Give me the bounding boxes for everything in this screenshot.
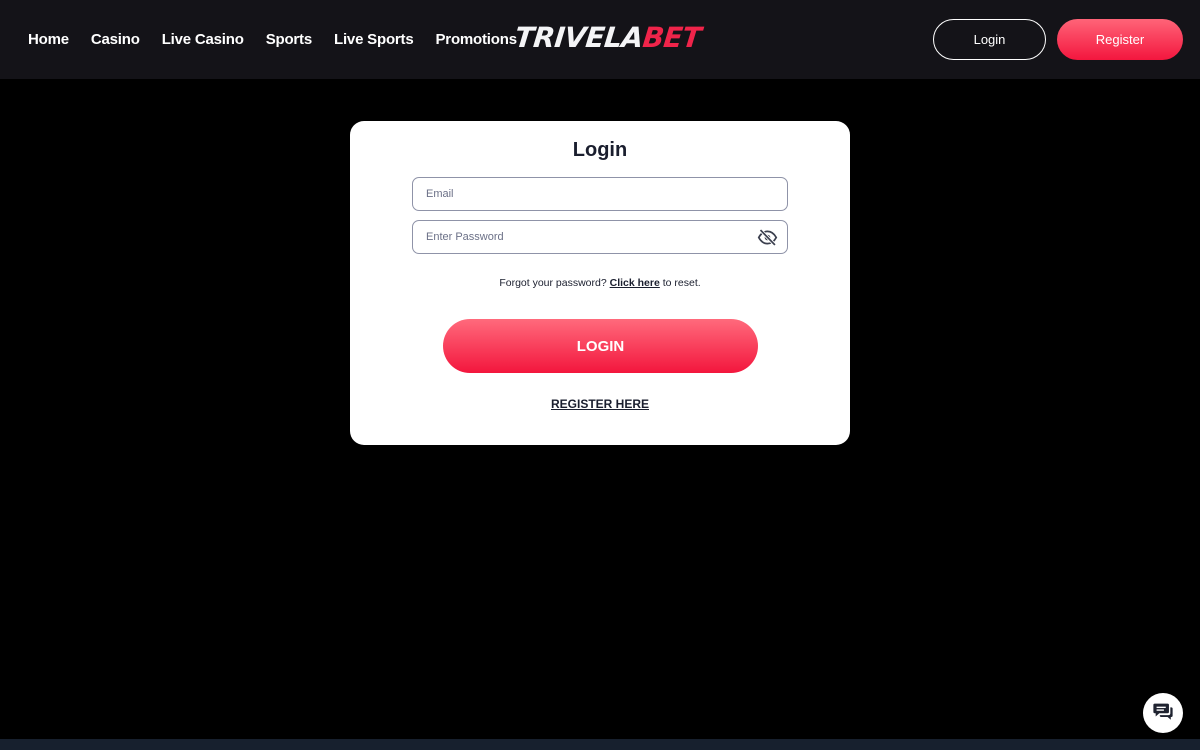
nav-live-casino[interactable]: Live Casino [162, 31, 244, 48]
eye-slash-icon[interactable] [757, 227, 778, 248]
logo-text-bet: BET [641, 20, 703, 54]
header-login-button[interactable]: Login [933, 19, 1046, 60]
login-title: Login [572, 139, 628, 161]
main-nav: Home Casino Live Casino Sports Live Spor… [28, 0, 517, 79]
password-field[interactable] [412, 220, 788, 254]
register-here-row: REGISTER HERE [0, 397, 1200, 411]
email-input[interactable] [426, 188, 746, 200]
site-logo[interactable]: TRIVELA BET [513, 20, 703, 54]
chat-button[interactable] [1143, 693, 1183, 733]
header-register-button[interactable]: Register [1057, 19, 1183, 60]
password-input[interactable] [426, 231, 746, 243]
footer-strip [0, 739, 1200, 750]
chat-icon [1152, 700, 1174, 727]
email-field[interactable] [412, 177, 788, 211]
site-header: Home Casino Live Casino Sports Live Spor… [0, 0, 1200, 79]
nav-home[interactable]: Home [28, 31, 69, 48]
register-here-link[interactable]: REGISTER HERE [551, 397, 649, 411]
login-submit-button[interactable]: LOGIN [443, 319, 758, 373]
logo-text-trivela: TRIVELA [513, 20, 645, 54]
forgot-password-text: Forgot your password? Click here to rese… [0, 277, 1200, 289]
nav-live-sports[interactable]: Live Sports [334, 31, 414, 48]
nav-casino[interactable]: Casino [91, 31, 140, 48]
forgot-suffix: to reset. [659, 277, 701, 289]
page: Home Casino Live Casino Sports Live Spor… [0, 0, 1200, 750]
forgot-prefix: Forgot your password? [499, 277, 610, 289]
reset-password-link[interactable]: Click here [610, 277, 660, 289]
nav-promotions[interactable]: Promotions [436, 31, 518, 48]
nav-sports[interactable]: Sports [266, 31, 313, 48]
